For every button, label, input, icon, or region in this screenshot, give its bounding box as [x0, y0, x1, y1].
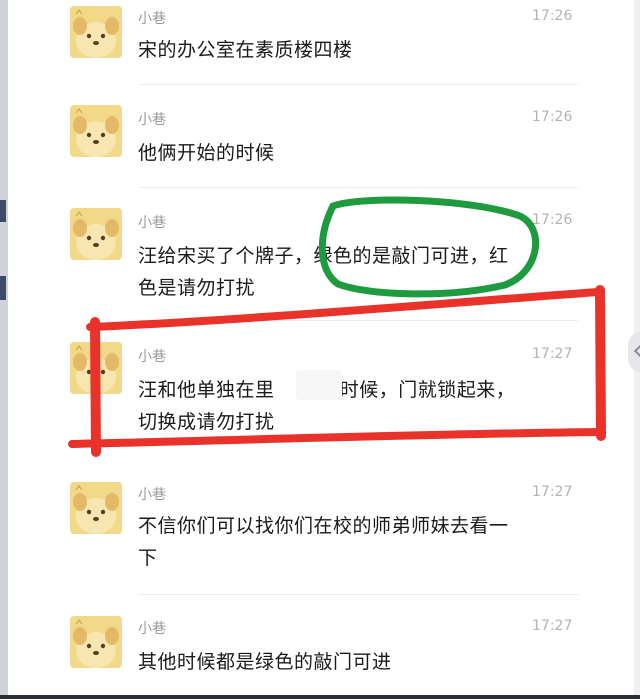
- message-time: 17:27: [532, 618, 573, 634]
- message-time: 17:26: [532, 8, 573, 24]
- divider: [138, 187, 578, 188]
- edge-tick: [0, 276, 6, 300]
- message-line: 宋的办公室在素质楼四楼: [138, 39, 353, 61]
- chat-history: 小巷 17:26 宋的办公室在素质楼四楼 小巷 17:26 他俩开始的时候 小巷…: [0, 0, 640, 699]
- sender-name: 小巷: [138, 112, 166, 128]
- message-line: 切换成请勿打扰: [138, 411, 275, 433]
- avatar[interactable]: [70, 482, 122, 534]
- divider: [138, 320, 578, 321]
- redaction-patch: [296, 370, 342, 400]
- message-line: 其他时候都是绿色的敲门可进: [138, 651, 392, 673]
- message-text: 宋的办公室在素质楼四楼: [138, 34, 578, 66]
- sender-name: 小巷: [138, 11, 166, 27]
- avatar[interactable]: [70, 208, 122, 260]
- message-text: 汪和他单独在里 的时候，门就锁起来， 切换成请勿打扰: [138, 374, 578, 438]
- message-line: 不信你们可以找你们在校的师弟师妹去看一: [138, 515, 509, 537]
- avatar[interactable]: [70, 342, 122, 394]
- divider: [138, 84, 578, 85]
- message-text: 汪给宋买了个牌子，绿色的是敲门可进，红 色是请勿打扰: [138, 240, 578, 304]
- avatar[interactable]: [70, 6, 122, 58]
- avatar[interactable]: [70, 616, 122, 668]
- message-text: 不信你们可以找你们在校的师弟师妹去看一 下: [138, 510, 578, 574]
- divider: [138, 594, 578, 595]
- sender-name: 小巷: [138, 487, 166, 503]
- message-text: 其他时候都是绿色的敲门可进: [138, 646, 578, 678]
- sender-name: 小巷: [138, 621, 166, 637]
- window-edge-left: [0, 0, 8, 699]
- message-time: 17:26: [532, 212, 573, 228]
- message-line: 汪和他单独在里 的时候，门就锁起来，: [138, 379, 516, 401]
- message-line: 汪给宋买了个牌子，绿色的是敲门可进，红: [138, 245, 509, 267]
- message-line: 下: [138, 547, 158, 569]
- message-text: 他俩开始的时候: [138, 137, 578, 169]
- message-time: 17:27: [532, 346, 573, 362]
- message-line: 色是请勿打扰: [138, 277, 256, 299]
- sender-name: 小巷: [138, 215, 166, 231]
- side-panel-toggle[interactable]: [628, 332, 640, 372]
- message-line: 他俩开始的时候: [138, 142, 275, 164]
- message-time: 17:27: [532, 484, 573, 500]
- edge-tick: [0, 200, 6, 222]
- message-time: 17:26: [532, 109, 573, 125]
- sender-name: 小巷: [138, 349, 166, 365]
- avatar[interactable]: [70, 105, 122, 157]
- window-edge-bottom: [0, 695, 640, 699]
